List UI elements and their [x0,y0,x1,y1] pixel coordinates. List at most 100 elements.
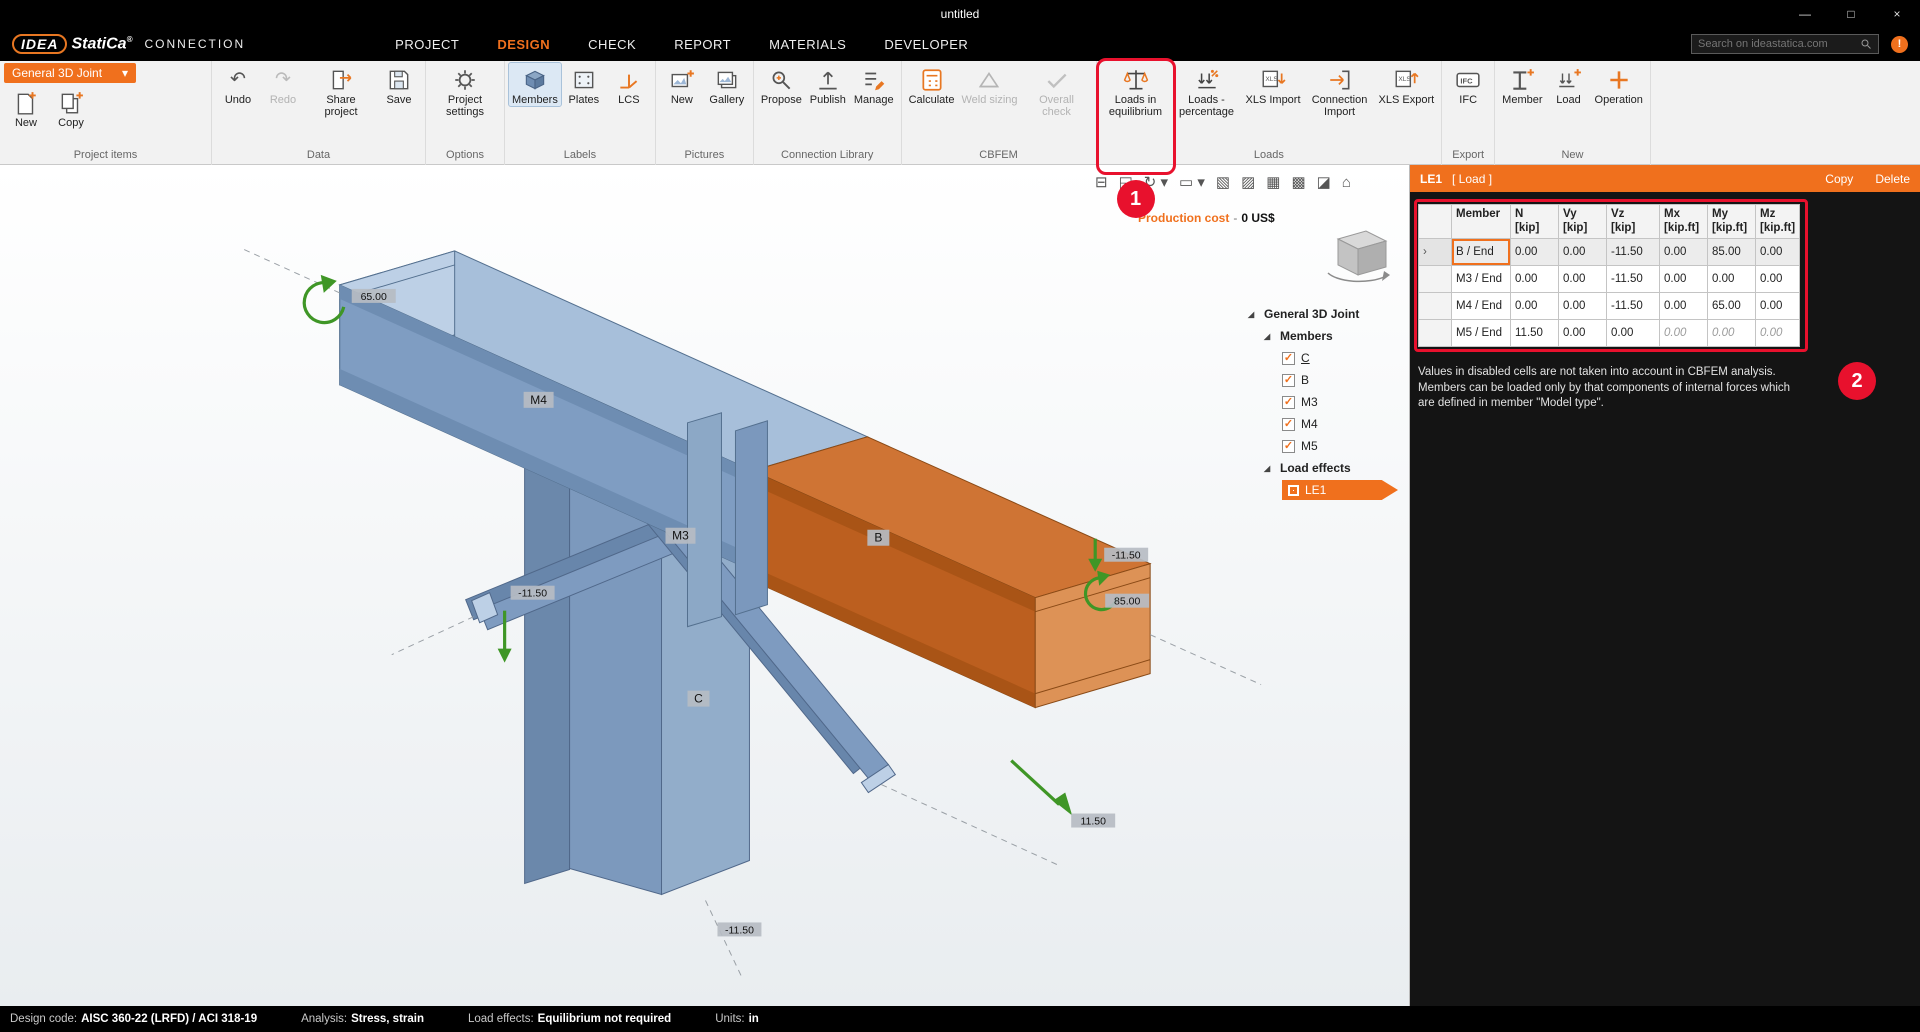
weld-sizing-button[interactable]: Weld sizing [958,63,1020,106]
value-cell[interactable]: 0.00 [1559,239,1607,266]
tab-design[interactable]: DESIGN [497,37,550,52]
value-cell[interactable]: 0.00 [1756,293,1800,320]
label-b[interactable]: B [867,530,889,546]
home-view-icon[interactable]: ⌂ [1342,174,1351,191]
copy-load-button[interactable]: Copy [1825,172,1853,186]
expander-icon[interactable] [1264,332,1274,341]
labels-lcs-button[interactable]: LCS [607,63,651,106]
checkbox-checked-icon[interactable] [1282,396,1295,409]
value-cell[interactable]: 11.50 [1511,320,1559,347]
tree-member-m4[interactable]: M4 [1248,413,1410,435]
tree-load-effects[interactable]: Load effects [1248,457,1410,479]
copy-project-item-button[interactable]: Copy [49,86,93,129]
value-cell[interactable]: 0.00 [1511,266,1559,293]
label-c[interactable]: C [687,691,709,707]
checkbox-checked-icon[interactable] [1282,374,1295,387]
project-settings-button[interactable]: Project settings [430,63,500,118]
label-m4[interactable]: M4 [524,392,554,408]
value-cell[interactable]: -11.50 [1607,266,1660,293]
tree-member-c[interactable]: C [1248,347,1410,369]
new-member-button[interactable]: Member [1499,63,1545,106]
xls-export-button[interactable]: XLS XLS Export [1376,63,1438,106]
view-solid-icon[interactable]: ◪ [1317,173,1331,191]
row-selector[interactable] [1419,293,1452,320]
checkbox-checked-icon[interactable] [1282,418,1295,431]
value-cell[interactable]: -11.50 [1607,293,1660,320]
value-cell[interactable]: 0.00 [1756,239,1800,266]
maximize-icon[interactable]: □ [1828,0,1874,27]
undo-button[interactable]: ↶ Undo [216,63,260,106]
tree-member-m5[interactable]: M5 [1248,435,1410,457]
new-operation-button[interactable]: Operation [1592,63,1646,106]
labels-plates-button[interactable]: Plates [562,63,606,106]
tab-project[interactable]: PROJECT [395,37,459,52]
value-cell[interactable]: 65.00 [1708,293,1756,320]
search-box[interactable] [1691,34,1879,54]
view-front-icon[interactable]: ▨ [1241,173,1255,191]
tree-member-b[interactable]: B [1248,369,1410,391]
close-icon[interactable]: × [1874,0,1920,27]
save-button[interactable]: Save [377,63,421,106]
share-project-button[interactable]: Share project [306,63,376,118]
value-cell[interactable]: -11.50 [1607,239,1660,266]
loads-in-equilibrium-button[interactable]: Loads in equilibrium 1 [1101,63,1171,118]
window-select-icon[interactable]: ▭ ▾ [1179,173,1205,191]
joint-type-dropdown[interactable]: General 3D Joint ▾ [4,63,136,83]
manage-button[interactable]: Manage [851,63,897,106]
tree-members[interactable]: Members [1248,325,1410,347]
value-cell[interactable]: 0.00 [1756,266,1800,293]
loads-percentage-button[interactable]: Loads - percentage [1172,63,1242,118]
row-cursor[interactable]: › [1419,239,1452,266]
navigation-cube[interactable] [1314,223,1398,289]
value-cell[interactable]: 0.00 [1708,266,1756,293]
view-axonometry-icon[interactable]: ▧ [1216,173,1230,191]
value-cell[interactable]: 0.00 [1559,320,1607,347]
tab-developer[interactable]: DEVELOPER [884,37,968,52]
value-cell[interactable]: 85.00 [1708,239,1756,266]
redo-button[interactable]: ↷ Redo [261,63,305,106]
delete-load-button[interactable]: Delete [1875,172,1910,186]
value-cell[interactable]: 0.00 [1660,239,1708,266]
search-input[interactable] [1698,38,1856,50]
view-top-icon[interactable]: ▦ [1266,173,1280,191]
label-m3[interactable]: M3 [666,528,696,544]
3d-viewport[interactable]: M4 M3 B C 65.00 -11.50 -11.50 85.00 11.5… [0,165,1410,1006]
publish-button[interactable]: Publish [806,63,850,106]
tree-load-effect-le1[interactable]: LE1 [1248,479,1410,501]
member-cell[interactable]: M4 / End [1452,293,1511,320]
value-cell[interactable]: 0.00 [1660,266,1708,293]
member-cell[interactable]: M5 / End [1452,320,1511,347]
new-project-item-button[interactable]: New [4,86,48,129]
view-side-icon[interactable]: ▩ [1291,173,1305,191]
member-cell[interactable]: B / End [1452,239,1511,266]
new-picture-button[interactable]: New [660,63,704,106]
value-cell[interactable]: 0.00 [1559,293,1607,320]
row-selector[interactable] [1419,320,1452,347]
notification-icon[interactable]: ! [1891,36,1908,53]
checkbox-checked-icon[interactable] [1282,440,1295,453]
minimize-icon[interactable]: — [1782,0,1828,27]
value-cell[interactable]: 0.00 [1559,266,1607,293]
tree-member-m3[interactable]: M3 [1248,391,1410,413]
tab-check[interactable]: CHECK [588,37,636,52]
expander-icon[interactable] [1248,310,1258,319]
labels-members-button[interactable]: Members [509,63,561,106]
value-cell[interactable]: 0.00 [1511,293,1559,320]
propose-button[interactable]: Propose [758,63,805,106]
tab-report[interactable]: REPORT [674,37,731,52]
tab-materials[interactable]: MATERIALS [769,37,846,52]
member-b[interactable] [752,437,1150,708]
ifc-export-button[interactable]: IFC IFC [1446,63,1490,106]
overall-check-button[interactable]: Overall check [1022,63,1092,118]
measure-icon[interactable]: ⊟ [1095,173,1108,191]
checkbox-checked-icon[interactable] [1282,352,1295,365]
value-cell[interactable]: 0.00 [1607,320,1660,347]
calculate-button[interactable]: Calculate [906,63,958,106]
expander-icon[interactable] [1264,464,1274,473]
new-load-button[interactable]: Load [1547,63,1591,106]
member-cell[interactable]: M3 / End [1452,266,1511,293]
value-cell[interactable]: 0.00 [1660,293,1708,320]
gallery-button[interactable]: Gallery [705,63,749,106]
tree-root[interactable]: General 3D Joint [1248,303,1410,325]
connection-import-button[interactable]: Connection Import [1305,63,1375,118]
